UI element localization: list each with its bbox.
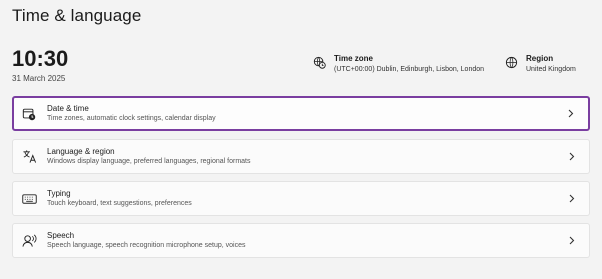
settings-item-title: Date & time <box>47 104 89 113</box>
settings-item-typing[interactable]: Typing Touch keyboard, text suggestions,… <box>12 181 590 216</box>
chevron-right-icon <box>566 109 576 119</box>
keyboard-icon <box>21 191 37 207</box>
settings-item-date-time[interactable]: Date & time Time zones, automatic clock … <box>12 96 590 131</box>
time-zone-value: (UTC+00:00) Dublin, Edinburgh, Lisbon, L… <box>334 66 485 73</box>
chevron-right-icon <box>567 152 577 162</box>
settings-item-speech[interactable]: Speech Speech language, speech recogniti… <box>12 223 590 258</box>
settings-item-subtitle: Touch keyboard, text suggestions, prefer… <box>47 200 192 207</box>
settings-item-subtitle: Speech language, speech recognition micr… <box>47 242 246 249</box>
chevron-right-icon <box>567 236 577 246</box>
calendar-clock-icon <box>21 106 37 122</box>
settings-item-language-region[interactable]: Language & region Windows display langua… <box>12 139 590 174</box>
language-icon <box>21 149 37 165</box>
settings-item-title: Typing <box>47 189 71 198</box>
settings-item-subtitle: Time zones, automatic clock settings, ca… <box>47 115 216 122</box>
current-date: 31 March 2025 <box>12 74 66 83</box>
time-zone-label: Time zone <box>334 54 373 63</box>
globe-icon <box>504 55 518 69</box>
region-info: Region United Kingdom <box>504 53 576 75</box>
region-value: United Kingdom <box>526 66 576 73</box>
speech-icon <box>21 233 37 249</box>
region-label: Region <box>526 54 554 63</box>
settings-item-title: Language & region <box>47 147 115 156</box>
time-zone-info: Time zone (UTC+00:00) Dublin, Edinburgh,… <box>312 53 484 75</box>
settings-item-subtitle: Windows display language, preferred lang… <box>47 158 251 165</box>
page-title: Time & language <box>12 6 142 25</box>
current-time: 10:30 <box>12 46 69 71</box>
chevron-right-icon <box>567 194 577 204</box>
settings-item-title: Speech <box>47 231 75 240</box>
globe-clock-icon <box>312 55 326 69</box>
